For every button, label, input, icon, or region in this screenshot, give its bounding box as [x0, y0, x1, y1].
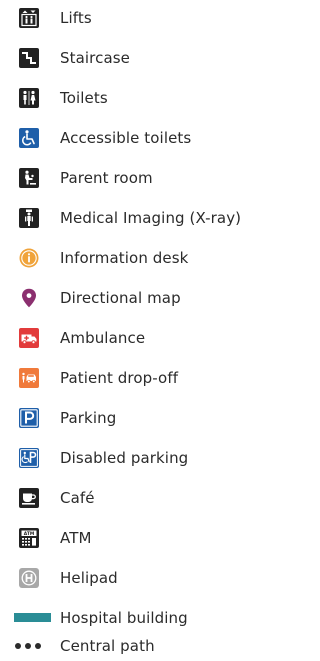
legend-label: Ambulance	[60, 329, 146, 347]
legend-item-parking: Parking	[0, 403, 280, 433]
helipad-icon	[19, 568, 39, 588]
lift-icon	[19, 8, 39, 28]
legend-item-helipad: Helipad	[0, 563, 280, 593]
legend-label: Helipad	[60, 569, 118, 587]
legend-item-toilets: Toilets	[0, 83, 280, 113]
legend-label: Central path	[60, 637, 155, 655]
parent-room-icon	[19, 168, 39, 188]
legend-label: ATM	[60, 529, 92, 547]
legend-item-ambulance: Ambulance	[0, 323, 280, 353]
legend-item-medical-imaging: Medical Imaging (X-ray)	[0, 203, 280, 233]
legend-item-patient-drop-off: Patient drop-off	[0, 363, 280, 393]
svg-text:ATM: ATM	[24, 531, 34, 537]
xray-icon	[19, 208, 39, 228]
legend-item-information-desk: Information desk	[0, 243, 280, 273]
disabled-parking-icon	[19, 448, 39, 468]
legend-item-parent-room: Parent room	[0, 163, 280, 193]
legend-item-central-path: Central path	[0, 631, 280, 661]
legend-item-lifts: Lifts	[0, 3, 280, 33]
legend-label: Parent room	[60, 169, 153, 187]
legend-label: Toilets	[60, 89, 108, 107]
legend-item-directional-map: Directional map	[0, 283, 280, 313]
legend-label: Medical Imaging (X-ray)	[60, 209, 242, 227]
legend-item-cafe: Café	[0, 483, 280, 513]
legend-label: Café	[60, 489, 95, 507]
legend-label: Disabled parking	[60, 449, 189, 467]
legend-item-disabled-parking: Disabled parking	[0, 443, 280, 473]
legend-label: Lifts	[60, 9, 92, 27]
ambulance-icon	[19, 328, 39, 348]
atm-icon: ATM	[19, 528, 39, 548]
legend-label: Hospital building	[60, 609, 188, 627]
legend-label: Patient drop-off	[60, 369, 179, 387]
legend-item-hospital-building: Hospital building	[0, 603, 280, 633]
legend-item-atm: ATM ATM	[0, 523, 280, 553]
parking-icon	[19, 408, 39, 428]
legend-label: Parking	[60, 409, 117, 427]
map-pin-icon	[19, 288, 39, 308]
path-dots-icon	[14, 636, 51, 656]
building-swatch-icon	[14, 608, 51, 628]
info-icon	[19, 248, 39, 268]
map-legend: Lifts Staircase Toilets Accessible toile…	[0, 0, 280, 655]
accessible-toilet-icon	[19, 128, 39, 148]
legend-label: Staircase	[60, 49, 130, 67]
legend-label: Directional map	[60, 289, 181, 307]
cafe-icon	[19, 488, 39, 508]
staircase-icon	[19, 48, 39, 68]
legend-label: Information desk	[60, 249, 189, 267]
drop-off-icon	[19, 368, 39, 388]
legend-label: Accessible toilets	[60, 129, 192, 147]
legend-item-accessible-toilets: Accessible toilets	[0, 123, 280, 153]
toilets-icon	[19, 88, 39, 108]
legend-item-staircase: Staircase	[0, 43, 280, 73]
